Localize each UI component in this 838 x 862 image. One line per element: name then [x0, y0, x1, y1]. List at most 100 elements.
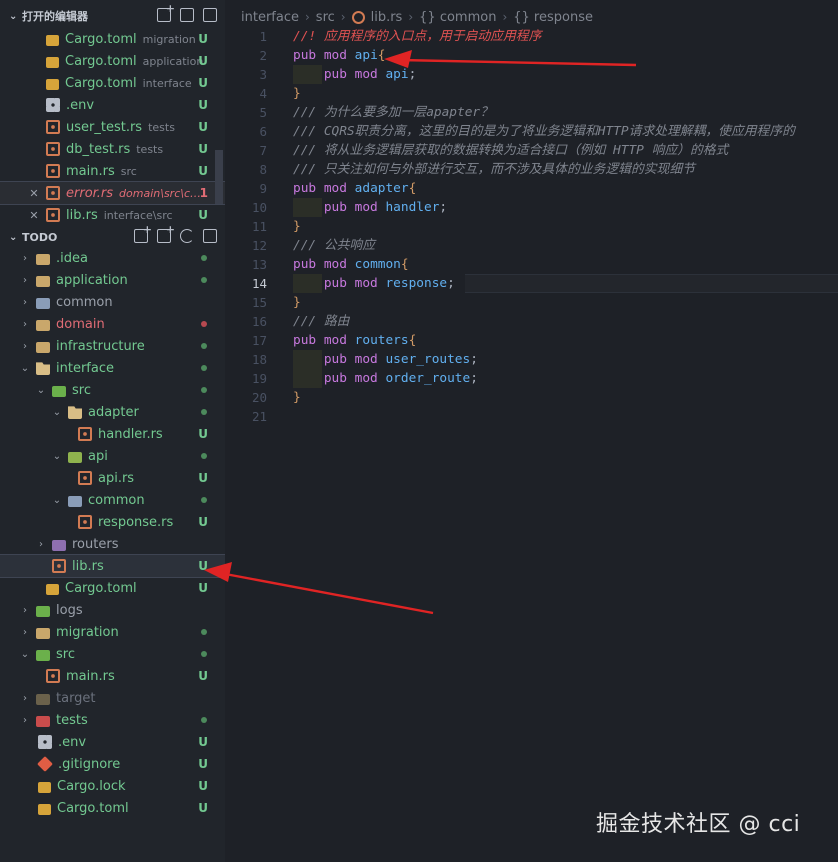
open-editor-item[interactable]: ✕ lib.rs interface\src U	[0, 204, 225, 226]
new-file-icon[interactable]	[157, 2, 175, 22]
open-editor-item[interactable]: ✕ error.rs domain\src\co... 1	[0, 181, 225, 205]
tree-item[interactable]: › target	[0, 687, 225, 709]
tree-item[interactable]: ⌄ api	[0, 445, 225, 467]
code-token: common	[354, 257, 401, 272]
code-line[interactable]: /// CQRS职责分离，这里的目的是为了将业务逻辑和HTTP请求处理解耦，使应…	[293, 122, 795, 141]
open-editor-item[interactable]: Cargo.toml application U	[0, 50, 225, 72]
open-editor-item[interactable]: user_test.rs tests U	[0, 116, 225, 138]
status-badge: U	[198, 559, 208, 573]
close-icon[interactable]: ✕	[28, 209, 40, 222]
tree-item[interactable]: ⌄ common	[0, 489, 225, 511]
code-token: mod	[354, 371, 386, 386]
code-token: //! 应用程序的入口点，用于启动应用程序	[293, 29, 542, 44]
status-badge: U	[198, 120, 208, 134]
tree-item[interactable]: › logs	[0, 599, 225, 621]
tree-item[interactable]: ⌄ src	[0, 379, 225, 401]
code-line[interactable]: /// 将从业务逻辑层获取的数据转换为适合接口（例如 HTTP 响应）的格式	[293, 141, 728, 160]
folder-icon	[36, 319, 50, 331]
status-badge: 1	[199, 186, 208, 200]
code-token: pub	[293, 48, 324, 63]
code-line[interactable]: }	[293, 217, 301, 236]
collapse-all-icon[interactable]	[203, 229, 217, 243]
tree-item[interactable]: › .idea	[0, 247, 225, 269]
line-number: 1	[259, 29, 267, 44]
tree-item[interactable]: › application	[0, 269, 225, 291]
code-line[interactable]: }	[293, 293, 301, 312]
tree-item[interactable]: › infrastructure	[0, 335, 225, 357]
code-line[interactable]: }	[293, 84, 301, 103]
code-line[interactable]: pub mod api;	[293, 65, 417, 84]
code-line[interactable]: pub mod api{	[293, 46, 386, 65]
breadcrumb-item[interactable]: interface	[241, 10, 299, 25]
tree-item[interactable]: ⌄ src	[0, 643, 225, 665]
status-badge: U	[198, 427, 208, 441]
code-line[interactable]: pub mod order_route;	[293, 369, 478, 388]
open-editor-item[interactable]: Cargo.toml interface U	[0, 72, 225, 94]
tree-item-selected[interactable]: lib.rs U	[0, 554, 225, 578]
code-line[interactable]: }	[293, 388, 301, 407]
code-line[interactable]: pub mod handler;	[293, 198, 447, 217]
refresh-icon[interactable]	[180, 229, 194, 243]
code-line[interactable]: pub mod routers{	[293, 331, 416, 350]
code-line[interactable]: /// 只关注如何与外部进行交互，而不涉及具体的业务逻辑的实现细节	[293, 160, 695, 179]
tree-item[interactable]: › common	[0, 291, 225, 313]
tree-item[interactable]: › tests	[0, 709, 225, 731]
code-line[interactable]: pub mod user_routes;	[293, 350, 478, 369]
chevron-right-icon: ›	[502, 10, 508, 24]
code-line[interactable]: /// 路由	[293, 312, 349, 331]
code-line[interactable]: /// 为什么要多加一层apapter？	[293, 103, 493, 122]
open-editor-item[interactable]: .env U	[0, 94, 225, 116]
breadcrumb-item[interactable]: {} common	[419, 10, 496, 25]
new-folder-icon[interactable]	[157, 223, 175, 243]
tree-item[interactable]: › migration	[0, 621, 225, 643]
code-line[interactable]: /// 公共响应	[293, 236, 375, 255]
code-line[interactable]: pub mod response;	[293, 274, 455, 293]
close-icon[interactable]: ✕	[28, 187, 40, 200]
tree-item[interactable]: Cargo.toml U	[0, 797, 225, 819]
lock-icon	[38, 781, 51, 793]
tree-item[interactable]: handler.rs U	[0, 423, 225, 445]
new-file-icon[interactable]	[134, 223, 152, 243]
lock-icon	[38, 803, 51, 815]
tree-item[interactable]: response.rs U	[0, 511, 225, 533]
tree-item[interactable]: Cargo.toml U	[0, 577, 225, 599]
file-name: error.rs	[66, 185, 114, 201]
tree-item[interactable]: .env U	[0, 731, 225, 753]
breadcrumb-item[interactable]: {} response	[513, 10, 593, 25]
rust-icon	[78, 471, 92, 485]
open-editor-item[interactable]: main.rs src U	[0, 160, 225, 182]
open-editor-item[interactable]: Cargo.toml migration U	[0, 28, 225, 50]
code-token: }	[293, 219, 301, 234]
chevron-right-icon: ›	[23, 274, 27, 286]
scrollbar-thumb[interactable]	[215, 150, 223, 204]
tree-item[interactable]: Cargo.lock U	[0, 775, 225, 797]
tree-item[interactable]: ⌄ adapter	[0, 401, 225, 423]
code-line[interactable]: //! 应用程序的入口点，用于启动应用程序	[293, 27, 541, 46]
close-all-icon[interactable]	[203, 8, 217, 22]
breadcrumb-item[interactable]: src	[316, 10, 335, 25]
tree-item[interactable]: › domain	[0, 313, 225, 335]
line-number: 10	[251, 200, 267, 215]
open-editors-title: 打开的编辑器	[22, 10, 88, 23]
code-line[interactable]: pub mod adapter{	[293, 179, 416, 198]
tree-item[interactable]: main.rs U	[0, 665, 225, 687]
code-token: }	[293, 86, 301, 101]
folder-open-icon	[52, 385, 66, 397]
tree-item[interactable]: › routers	[0, 533, 225, 555]
status-badge: U	[198, 164, 208, 178]
tree-item[interactable]: api.rs U	[0, 467, 225, 489]
code-token: handler	[385, 200, 440, 215]
tree-item[interactable]: .gitignore U	[0, 753, 225, 775]
open-editors-header[interactable]: ⌄ 打开的编辑器	[0, 2, 225, 26]
code-line[interactable]: pub mod common{	[293, 255, 409, 274]
folder-icon	[36, 275, 50, 287]
save-all-icon[interactable]	[180, 8, 194, 22]
folder-open-icon	[68, 406, 82, 419]
breadcrumb-item[interactable]: lib.rs	[371, 10, 403, 25]
chevron-down-icon: ⌄	[52, 494, 62, 506]
code-editor[interactable]: interface › src › lib.rs › {} common › {…	[225, 0, 838, 862]
code-token: mod	[323, 333, 355, 348]
open-editor-item[interactable]: db_test.rs tests U	[0, 138, 225, 160]
todo-header[interactable]: ⌄ TODO	[0, 223, 225, 247]
tree-item[interactable]: ⌄ interface	[0, 357, 225, 379]
